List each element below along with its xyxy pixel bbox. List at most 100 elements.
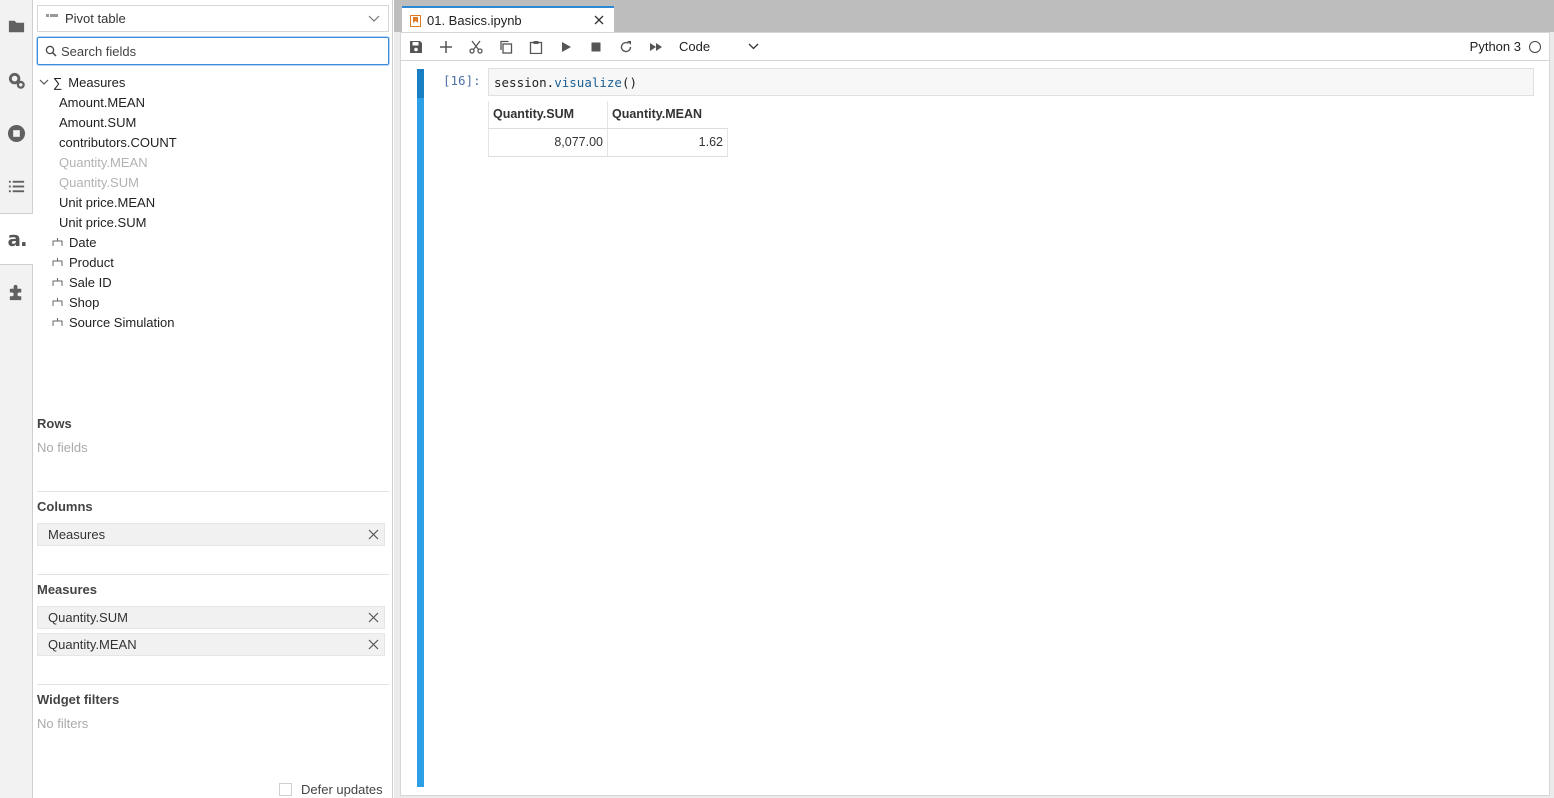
extension-icon[interactable] bbox=[0, 272, 33, 312]
pivot-panel: Pivot table ∑ Measures Amount.MEAN Amount… bbox=[33, 0, 393, 798]
close-icon[interactable] bbox=[368, 529, 379, 540]
output-header[interactable]: Quantity.MEAN bbox=[607, 101, 728, 129]
measure-field[interactable]: Amount.SUM bbox=[33, 112, 393, 132]
notebook-panel: Code Python 3 [16]: session. visualize() … bbox=[400, 32, 1550, 796]
scissors-icon bbox=[469, 40, 483, 54]
copy-button[interactable] bbox=[491, 33, 521, 61]
insert-cell-button[interactable] bbox=[431, 33, 461, 61]
measure-field-label: Amount.MEAN bbox=[59, 94, 145, 110]
code-args: () bbox=[621, 74, 638, 90]
folder-icon[interactable] bbox=[0, 6, 33, 46]
measure-field[interactable]: Unit price.SUM bbox=[33, 212, 393, 232]
fields-tree: ∑ Measures Amount.MEAN Amount.SUM contribu… bbox=[33, 72, 393, 332]
measure-field[interactable]: Unit price.MEAN bbox=[33, 192, 393, 212]
stop-circle-icon[interactable] bbox=[0, 113, 33, 153]
run-button[interactable] bbox=[551, 33, 581, 61]
measure-field[interactable]: contributors.COUNT bbox=[33, 132, 393, 152]
tab-notebook[interactable]: 01. Basics.ipynb bbox=[402, 6, 614, 33]
save-button[interactable] bbox=[401, 33, 431, 61]
sigma-icon: ∑ bbox=[53, 74, 63, 90]
chip-label: Measures bbox=[48, 527, 106, 542]
pivot-table-icon bbox=[46, 14, 58, 23]
output-cell[interactable]: 1.62 bbox=[607, 128, 728, 157]
dimension-field-label: Source Simulation bbox=[69, 314, 175, 330]
output-header[interactable]: Quantity.SUM bbox=[488, 101, 608, 129]
dimension-field-label: Sale ID bbox=[69, 274, 112, 290]
close-icon[interactable] bbox=[368, 612, 379, 623]
measure-field-label: Unit price.MEAN bbox=[59, 194, 156, 210]
code-editor[interactable]: session. visualize() bbox=[488, 68, 1534, 96]
dimension-field[interactable]: Shop bbox=[33, 292, 393, 312]
measures-chip-quantity-mean[interactable]: Quantity.MEAN bbox=[37, 633, 385, 656]
pivot-output: Quantity.SUM Quantity.MEAN 8,077.00 1.62 bbox=[488, 101, 728, 157]
cell-type-label: Code bbox=[679, 39, 711, 54]
code-method: visualize bbox=[554, 74, 622, 90]
measure-field-label: Amount.SUM bbox=[59, 114, 137, 130]
rows-section-title: Rows bbox=[37, 416, 72, 431]
measure-field[interactable]: Quantity.SUM bbox=[33, 172, 393, 192]
rows-empty-text: No fields bbox=[37, 440, 88, 455]
chip-label: Quantity.MEAN bbox=[48, 637, 137, 652]
tab-bar: 01. Basics.ipynb bbox=[394, 0, 1554, 33]
close-icon[interactable] bbox=[594, 15, 604, 25]
dimension-field-label: Date bbox=[69, 234, 97, 250]
close-icon[interactable] bbox=[368, 639, 379, 650]
hierarchy-icon bbox=[52, 318, 63, 326]
widget-type-label: Pivot table bbox=[65, 11, 126, 26]
restart-button[interactable] bbox=[611, 33, 641, 61]
copy-icon bbox=[500, 40, 513, 54]
dimension-field-label: Shop bbox=[69, 294, 100, 310]
stop-icon bbox=[591, 42, 601, 51]
output-cell[interactable]: 8,077.00 bbox=[488, 128, 608, 157]
search-fields-input[interactable] bbox=[61, 43, 361, 59]
measure-field-label: Quantity.MEAN bbox=[59, 154, 148, 170]
dimension-field[interactable]: Source Simulation bbox=[33, 312, 393, 332]
dimension-field[interactable]: Date bbox=[33, 232, 393, 252]
divider bbox=[37, 574, 389, 575]
divider bbox=[37, 684, 389, 685]
chevron-down-icon bbox=[748, 43, 759, 50]
filters-empty-text: No filters bbox=[37, 716, 89, 731]
input-collapser[interactable] bbox=[417, 69, 424, 98]
hierarchy-icon bbox=[52, 278, 63, 286]
paste-button[interactable] bbox=[521, 33, 551, 61]
cell-type-select[interactable]: Code bbox=[679, 39, 759, 54]
running-icon[interactable] bbox=[0, 60, 33, 100]
widget-type-select[interactable]: Pivot table bbox=[37, 5, 389, 32]
pivot-output-table: Quantity.SUM Quantity.MEAN 8,077.00 1.62 bbox=[488, 101, 728, 157]
atoti-brand-glyph: a. bbox=[7, 227, 27, 251]
measures-chip-quantity-sum[interactable]: Quantity.SUM bbox=[37, 606, 385, 629]
run-all-button[interactable] bbox=[641, 33, 671, 61]
measure-field-label: Unit price.SUM bbox=[59, 214, 147, 230]
cut-button[interactable] bbox=[461, 33, 491, 61]
measure-field[interactable]: Quantity.MEAN bbox=[33, 152, 393, 172]
chip-label: Quantity.SUM bbox=[48, 610, 128, 625]
measure-field[interactable]: Amount.MEAN bbox=[33, 92, 393, 112]
defer-updates[interactable]: Defer updates bbox=[279, 782, 383, 797]
defer-updates-label: Defer updates bbox=[301, 782, 383, 797]
fast-forward-icon bbox=[650, 42, 662, 51]
columns-chip-measures[interactable]: Measures bbox=[37, 523, 385, 546]
plus-icon bbox=[440, 40, 452, 53]
defer-updates-checkbox[interactable] bbox=[279, 783, 292, 796]
dimension-field[interactable]: Product bbox=[33, 252, 393, 272]
search-icon bbox=[45, 45, 57, 57]
hierarchy-icon bbox=[52, 258, 63, 266]
main-area: 01. Basics.ipynb Code Python 3 [16]: ses… bbox=[394, 0, 1554, 798]
measures-group[interactable]: ∑ Measures bbox=[33, 72, 393, 92]
hierarchy-icon bbox=[52, 238, 63, 246]
search-fields-box bbox=[37, 37, 389, 65]
filters-section-title: Widget filters bbox=[37, 692, 120, 707]
cell-collapser[interactable] bbox=[417, 69, 424, 787]
dimension-field[interactable]: Sale ID bbox=[33, 272, 393, 292]
kernel-status[interactable]: Python 3 bbox=[1470, 39, 1541, 54]
hierarchy-icon bbox=[52, 298, 63, 306]
code-object: session. bbox=[494, 74, 555, 90]
atoti-icon[interactable]: a. bbox=[0, 213, 34, 265]
interrupt-button[interactable] bbox=[581, 33, 611, 61]
kernel-idle-icon bbox=[1529, 40, 1541, 53]
toc-icon[interactable] bbox=[0, 166, 33, 206]
refresh-icon bbox=[620, 40, 632, 52]
measures-group-label: Measures bbox=[68, 74, 126, 90]
chevron-down-icon bbox=[368, 15, 380, 22]
